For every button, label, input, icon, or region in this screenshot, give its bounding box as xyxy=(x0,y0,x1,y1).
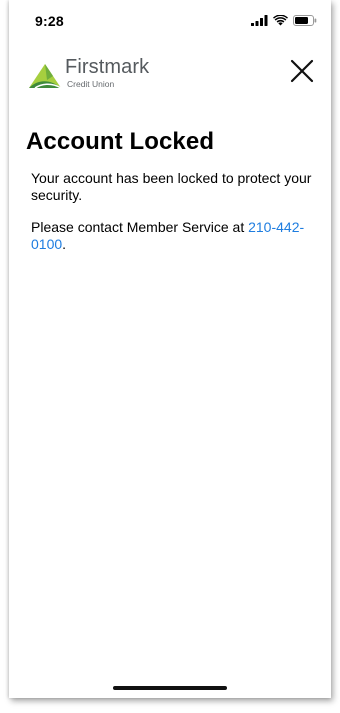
logo-wordmark: Firstmark xyxy=(65,56,150,78)
firstmark-logo: Firstmark Credit Union xyxy=(27,56,167,92)
header: Firstmark Credit Union xyxy=(9,52,331,96)
contact-message: Please contact Member Service at 210-442… xyxy=(26,219,316,253)
status-bar: 9:28 xyxy=(9,0,331,44)
close-button[interactable] xyxy=(289,58,315,84)
battery-icon xyxy=(293,15,317,26)
logo-mark-icon xyxy=(29,64,62,89)
main-content: Account Locked Your account has been loc… xyxy=(26,128,316,268)
screen-frame: 9:28 Firstmark Credit Union Account Lock… xyxy=(0,0,340,713)
page-title: Account Locked xyxy=(26,128,215,155)
home-indicator[interactable] xyxy=(113,686,227,690)
phone-screen: 9:28 Firstmark Credit Union Account Lock… xyxy=(9,0,331,698)
status-time: 9:28 xyxy=(35,13,64,29)
wifi-icon xyxy=(273,15,288,26)
contact-suffix: . xyxy=(62,236,67,252)
locked-message: Your account has been locked to protect … xyxy=(31,170,312,203)
contact-prefix: Please contact Member Service at xyxy=(31,219,249,235)
close-icon xyxy=(290,59,314,83)
cellular-signal-icon xyxy=(251,15,268,26)
logo-subtitle: Credit Union xyxy=(67,79,115,89)
status-icons xyxy=(251,15,317,26)
